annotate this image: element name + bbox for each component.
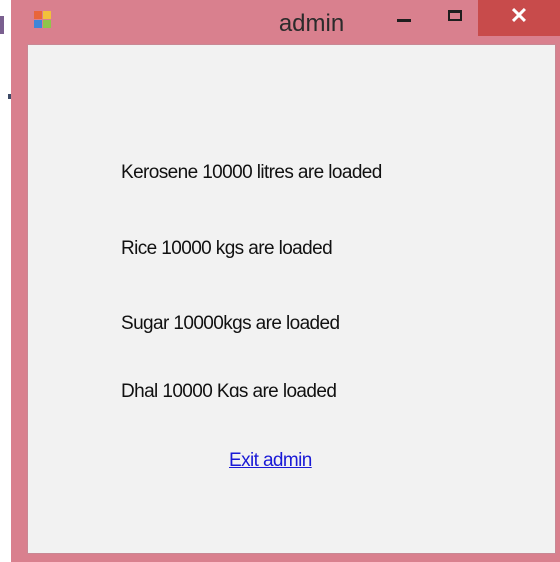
- title-bar[interactable]: admin ✕: [11, 0, 560, 44]
- exit-admin-link[interactable]: Exit admin: [229, 450, 312, 472]
- close-button[interactable]: ✕: [478, 0, 560, 36]
- kerosene-status-label: Kerosene 10000 litres are loaded: [121, 162, 382, 183]
- background-edge: [0, 0, 11, 562]
- rice-status-label: Rice 10000 kgs are loaded: [121, 238, 333, 259]
- admin-window: admin ✕ Kerosene 10000 litres are loaded…: [11, 0, 560, 562]
- dhal-status-label: Dhal 10000 Kgs are loaded: [121, 381, 337, 397]
- sugar-status-label: Sugar 10000kgs are loaded: [121, 313, 340, 334]
- maximize-icon: [448, 9, 462, 21]
- maximize-button[interactable]: [432, 0, 478, 36]
- minimize-button[interactable]: [381, 0, 427, 36]
- minimize-icon: [397, 18, 411, 22]
- background-fragment: [0, 16, 4, 34]
- close-icon: ✕: [509, 3, 529, 28]
- form-client-area: Kerosene 10000 litres are loaded Rice 10…: [27, 44, 556, 554]
